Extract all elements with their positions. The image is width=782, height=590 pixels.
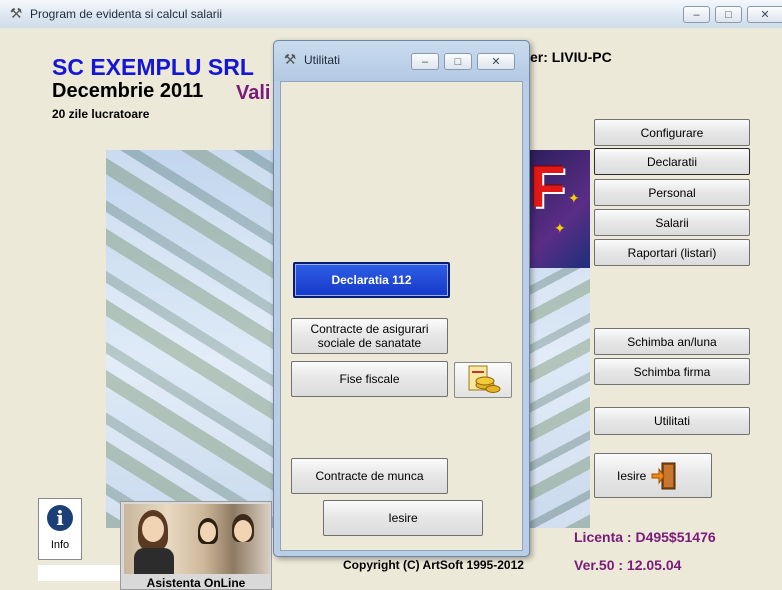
period-label: Decembrie 2011 [52, 80, 204, 102]
configurare-button[interactable]: Configurare [594, 119, 750, 146]
utilitati-button[interactable]: Utilitati [594, 407, 750, 435]
star-icon: ✦ [554, 220, 566, 236]
schimba-an-luna-button[interactable]: Schimba an/luna [594, 328, 750, 355]
close-icon: ✕ [760, 9, 770, 21]
iesire-main-button[interactable]: Iesire [594, 453, 712, 498]
iesire-label: Iesire [617, 468, 647, 483]
maximize-button[interactable]: □ [715, 6, 742, 23]
agent-face [234, 520, 252, 542]
background-money-image [106, 150, 288, 528]
dialog-minimize-button[interactable]: – [411, 53, 439, 70]
maximize-icon: □ [454, 56, 462, 68]
main-titlebar[interactable]: ⚒ Program de evidenta si calcul salarii … [0, 0, 782, 29]
contracte-asigurari-line2: sociale de sanatate [317, 336, 422, 350]
dialog-close-button[interactable]: ✕ [477, 53, 515, 70]
company-name: SC EXEMPLU SRL [52, 54, 254, 80]
dialog-title: Utilitati [304, 53, 341, 67]
fise-fiscale-button[interactable]: Fise fiscale [291, 361, 448, 397]
utilitati-dialog: ⚒ Utilitati – □ ✕ Declaratia 112 Contrac… [273, 40, 530, 557]
close-icon: ✕ [491, 56, 501, 68]
logo-letter-icon: F [530, 155, 566, 220]
version-label: Ver.50 : 12.05.04 [574, 557, 682, 573]
minimize-icon: – [693, 9, 700, 21]
copyright-label: Copyright (C) ArtSoft 1995-2012 [343, 558, 524, 572]
coins-document-icon [468, 365, 501, 393]
star-icon: ✦ [568, 190, 580, 206]
asistenta-label: Asistenta OnLine [146, 576, 246, 590]
declaratii-button[interactable]: Declaratii [594, 148, 750, 175]
salarii-button[interactable]: Salarii [594, 209, 750, 236]
app-icon: ⚒ [9, 5, 23, 21]
schimba-firma-button[interactable]: Schimba firma [594, 358, 750, 385]
agent-face [142, 516, 164, 542]
info-button[interactable]: i Info [38, 498, 82, 560]
raportari-button[interactable]: Raportari (listari) [594, 239, 750, 266]
dialog-iesire-button[interactable]: Iesire [323, 500, 483, 536]
agent-body [134, 548, 174, 574]
asistenta-online-button[interactable]: Asistenta OnLine [120, 501, 272, 590]
minimize-button[interactable]: – [683, 6, 710, 23]
dialog-maximize-button[interactable]: □ [444, 53, 472, 70]
logo-graphic: F ✦ ✦ [528, 150, 590, 268]
contracte-asigurari-button[interactable]: Contracte de asigurari sociale de sanata… [291, 318, 448, 354]
contracte-asigurari-line1: Contracte de asigurari [310, 322, 429, 336]
close-button[interactable]: ✕ [747, 6, 782, 23]
agent-face [200, 522, 216, 542]
info-strip [38, 565, 120, 581]
declaratia-112-button[interactable]: Declaratia 112 [293, 262, 450, 298]
licenta-label: Licenta : D495$51476 [574, 529, 716, 545]
fise-fiscale-icon-button[interactable] [454, 362, 512, 398]
dialog-titlebar[interactable]: ⚒ Utilitati – □ ✕ [274, 41, 529, 81]
minimize-icon: – [421, 56, 429, 68]
info-label: Info [50, 539, 70, 551]
personal-button[interactable]: Personal [594, 179, 750, 206]
dialog-body: Declaratia 112 Contracte de asigurari so… [280, 81, 523, 551]
exit-door-icon [651, 462, 676, 489]
support-agents-photo [124, 504, 270, 574]
dialog-app-icon: ⚒ [283, 51, 297, 67]
window-title: Program de evidenta si calcul salarii [30, 7, 223, 21]
user-label: er: LIVIU-PC [530, 49, 612, 65]
valid-label: Vali [236, 82, 271, 104]
maximize-icon: □ [725, 9, 732, 21]
info-icon: i [47, 505, 73, 531]
contracte-munca-button[interactable]: Contracte de munca [291, 458, 448, 494]
working-days-label: 20 zile lucratoare [52, 107, 150, 121]
